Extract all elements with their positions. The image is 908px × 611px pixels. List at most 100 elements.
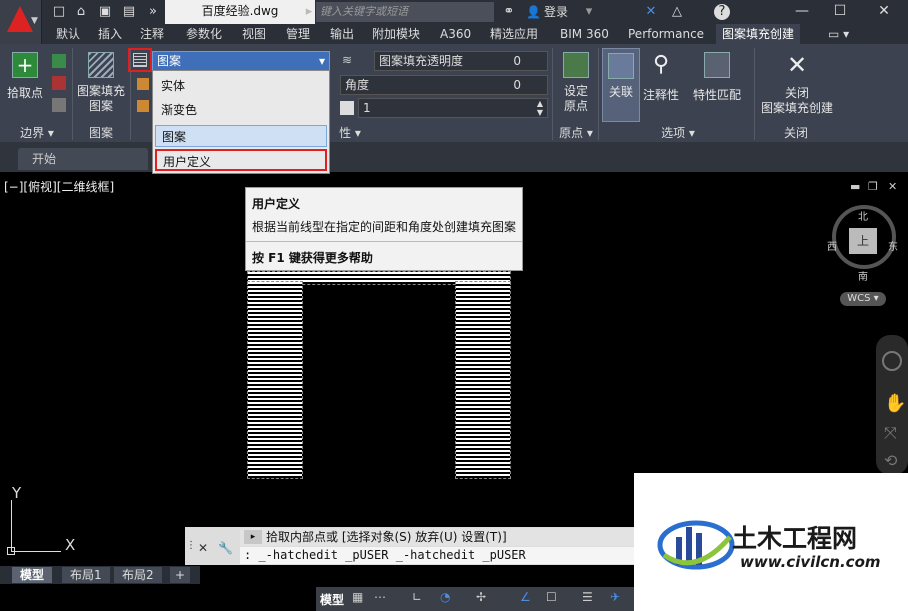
osnap-icon[interactable]: ✢ — [476, 590, 486, 604]
steering-wheel-icon[interactable] — [882, 351, 902, 371]
a360-icon[interactable]: △ — [668, 3, 686, 21]
zoom-extents-icon[interactable]: ⤧ — [884, 423, 897, 443]
tab-default[interactable]: 默认 — [50, 24, 86, 44]
close-hatch-creation-button[interactable]: ✕ 关闭 图案填充创建 — [758, 52, 836, 116]
tab-bim360[interactable]: BIM 360 — [554, 24, 615, 44]
dropdown-item-user-defined[interactable]: 用户定义 — [155, 149, 327, 171]
autocad-logo-icon — [7, 6, 33, 32]
orbit-icon[interactable]: ⟲ — [884, 451, 897, 470]
tab-featured-apps[interactable]: 精选应用 — [484, 24, 544, 44]
tab-hatch-creation[interactable]: 图案填充创建 — [716, 24, 801, 44]
tooltip: 用户定义 根据当前线型在指定的间距和角度处创建填充图案 按 F1 键获得更多帮助 — [245, 187, 523, 271]
spinner-icon[interactable]: ▲ ▼ — [537, 99, 543, 117]
otrack-icon[interactable]: ∠ — [520, 590, 531, 604]
tab-a360[interactable]: A360 — [434, 24, 477, 44]
viewport-controls[interactable]: [−][俯视][二维线框] — [4, 178, 114, 195]
ucs-y-label: Y — [12, 484, 22, 502]
tab-model[interactable]: 模型 — [12, 567, 53, 583]
transparency-field[interactable]: 图案填充透明度 0 — [374, 51, 548, 71]
ribbon-display-toggle[interactable]: ▭ ▾ — [822, 24, 855, 44]
snap-icon[interactable]: ⋯ — [374, 590, 386, 604]
recreate-boundary-icon[interactable] — [52, 98, 66, 112]
binoculars-icon[interactable]: ⚭ — [500, 3, 518, 21]
tab-view[interactable]: 视图 — [236, 24, 272, 44]
tab-layout2[interactable]: 布局2 — [114, 567, 162, 583]
help-button[interactable]: ? — [714, 4, 730, 20]
command-recent-icon[interactable]: ▸ — [244, 530, 262, 544]
match-properties-label: 特性匹配 — [692, 88, 741, 102]
viewport-restore-icon[interactable]: ❐ — [868, 180, 878, 193]
hatch-type-combo[interactable]: 图案 ▾ — [152, 51, 330, 71]
panel-properties-label[interactable]: 性 ▾ — [330, 125, 370, 141]
hatch-color-icon[interactable] — [137, 78, 149, 90]
hatch-type-icon[interactable] — [133, 53, 147, 67]
login-button[interactable]: 登录 — [544, 3, 568, 21]
panel-options-label[interactable]: 选项 ▾ — [602, 125, 754, 141]
viewcube[interactable]: 上 — [849, 228, 877, 254]
tooltip-help: 按 F1 键获得更多帮助 — [252, 251, 373, 265]
associative-toggle[interactable]: 关联 — [602, 48, 640, 122]
background-color-icon[interactable] — [137, 100, 149, 112]
application-menu-button[interactable]: ▼ — [0, 0, 42, 44]
scale-value: 1 — [363, 101, 371, 115]
add-layout-button[interactable]: + — [170, 567, 191, 583]
dropdown-item-gradient[interactable]: 渐变色 — [155, 99, 327, 121]
open-folder-icon[interactable]: ⌂ — [72, 3, 90, 21]
user-icon[interactable]: 👤 — [526, 3, 541, 21]
compass-east[interactable]: 东 — [888, 238, 898, 253]
tab-output[interactable]: 输出 — [324, 24, 360, 44]
tab-insert[interactable]: 插入 — [92, 24, 128, 44]
command-settings-icon[interactable]: 🔧 — [218, 541, 233, 555]
compass-north[interactable]: 北 — [858, 208, 868, 223]
origin-icon — [563, 52, 589, 78]
panel-origin-label[interactable]: 原点 ▾ — [554, 125, 598, 141]
tab-annotate[interactable]: 注释 — [134, 24, 170, 44]
compass-west[interactable]: 西 — [827, 238, 837, 253]
dropdown-item-pattern[interactable]: 图案 — [155, 125, 327, 147]
match-properties-button[interactable]: 特性匹配 — [688, 52, 746, 103]
close-icon: ✕ — [786, 51, 808, 79]
model-space-button[interactable]: 模型 — [320, 591, 344, 608]
annotation-scale-icon[interactable]: ✈ — [610, 590, 620, 604]
compass-south[interactable]: 南 — [858, 268, 868, 283]
maximize-button[interactable]: ☐ — [822, 0, 858, 24]
annotative-button[interactable]: ⚲ 注释性 — [640, 52, 682, 103]
tab-performance[interactable]: Performance — [622, 24, 710, 44]
exchange-icon[interactable]: ✕ — [642, 3, 660, 21]
scale-field[interactable]: 1 ▲ ▼ — [358, 98, 548, 118]
viewport-close-icon[interactable]: ✕ — [888, 180, 897, 193]
wcs-menu[interactable]: WCS ▾ — [840, 292, 886, 306]
polar-icon[interactable]: ◔ — [440, 590, 450, 604]
save-as-icon[interactable]: ▤ — [120, 3, 138, 21]
tab-addins[interactable]: 附加模块 — [366, 24, 426, 44]
set-origin-button[interactable]: 设定 原点 — [556, 52, 596, 114]
pan-icon[interactable]: ✋ — [884, 393, 906, 414]
minimize-button[interactable]: — — [784, 0, 820, 24]
selection-cycling-icon[interactable]: ☐ — [546, 590, 557, 604]
set-origin-label: 设定 原点 — [563, 84, 588, 113]
pick-point-button[interactable]: + 拾取点 — [4, 52, 46, 101]
command-prompt[interactable]: ▸ 拾取内部点或 [选择对象(S) 放弃(U) 设置(T)] — [240, 528, 635, 546]
grid-icon[interactable]: ▦ — [352, 590, 363, 604]
chevron-down-icon[interactable]: ▾ — [580, 3, 598, 21]
more-chevron-icon[interactable]: » — [144, 3, 162, 21]
remove-boundary-icon[interactable] — [52, 76, 66, 90]
new-file-icon[interactable]: □ — [50, 3, 68, 21]
dropdown-item-solid[interactable]: 实体 — [155, 75, 327, 97]
tab-layout1[interactable]: 布局1 — [62, 567, 110, 583]
search-input[interactable]: 键入关键字或短语 — [316, 2, 494, 22]
tab-manage[interactable]: 管理 — [280, 24, 316, 44]
save-icon[interactable]: ▣ — [96, 3, 114, 21]
select-objects-icon[interactable] — [52, 54, 66, 68]
command-grip-icon[interactable]: ⋮ — [186, 540, 196, 551]
command-close-icon[interactable]: ✕ — [198, 541, 208, 555]
close-window-button[interactable]: ✕ — [866, 0, 902, 24]
panel-boundary-label[interactable]: 边界 ▾ — [4, 125, 70, 141]
customization-icon[interactable]: ☰ — [582, 590, 593, 604]
angle-field[interactable]: 角度 0 — [340, 75, 548, 95]
viewport-minimize-icon[interactable]: ▬ — [850, 180, 860, 193]
tab-start[interactable]: 开始 — [18, 148, 148, 170]
hatch-pattern-gallery-button[interactable]: 图案填充 图案 — [74, 52, 128, 114]
tab-parametric[interactable]: 参数化 — [180, 24, 228, 44]
ortho-icon[interactable]: ∟ — [412, 590, 422, 604]
